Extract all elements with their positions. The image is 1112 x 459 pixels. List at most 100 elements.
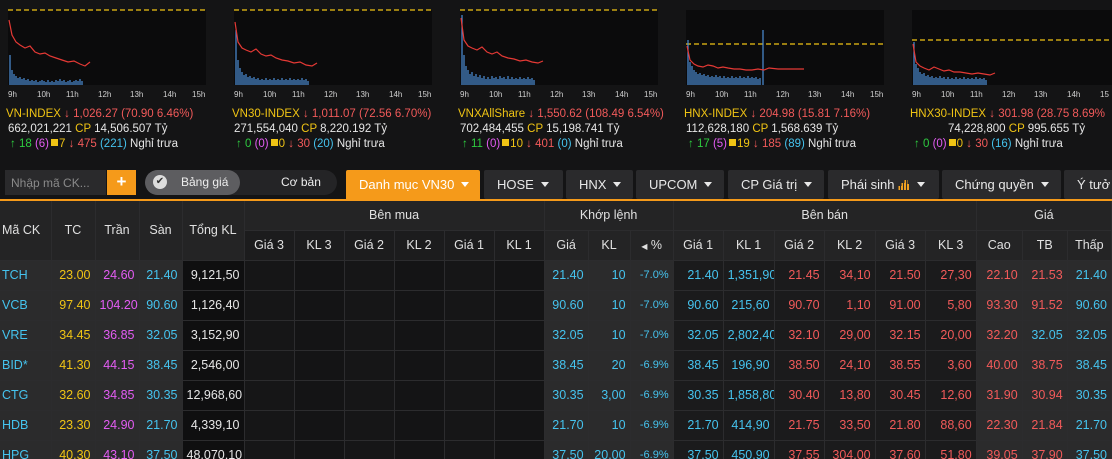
svg-text:14h: 14h <box>163 90 176 99</box>
symbol-cell[interactable]: TCH <box>0 260 52 291</box>
col-khop-kl[interactable]: KL <box>588 230 631 261</box>
group-khop-lenh: Khớp lệnh <box>544 201 674 231</box>
index-panels: 9h 10h 11h 12h 13h 14h 15h VN-INDEX ↓ 1,026.27… <box>0 0 1112 166</box>
floor-price-cell: 21.40 <box>139 260 183 291</box>
high-price-cell: 22.10 <box>976 260 1023 291</box>
table-row[interactable]: BID* 41.30 44.15 38.45 2,546,00 38.45 20 -6.9% 3… <box>0 350 1112 381</box>
bid-price1-cell <box>444 380 495 411</box>
tab-y-tuong[interactable]: Ý tưở <box>1064 170 1112 199</box>
ask-vol3-cell: 51,80 <box>925 440 977 459</box>
bid-vol2-cell <box>394 440 445 459</box>
col-mua-kl1[interactable]: KL 1 <box>494 230 545 261</box>
col-ban-kl1[interactable]: KL 1 <box>723 230 775 261</box>
svg-text:11h: 11h <box>66 90 79 99</box>
bid-vol3-cell <box>294 410 345 441</box>
col-mua-kl3[interactable]: KL 3 <box>294 230 345 261</box>
index-panel-hnx[interactable]: 9h 10h 11h 12h 13h 14h 15h HNX-INDEX ↓ 204.98 … <box>678 0 904 166</box>
symbol-cell[interactable]: HPG <box>0 440 52 459</box>
tab-cp-gia-tri[interactable]: CP Giá trị <box>728 170 824 199</box>
col-ban-gia3[interactable]: Giá 3 <box>875 230 926 261</box>
col-tc[interactable]: TC <box>51 201 96 261</box>
col-tran[interactable]: Trần <box>95 201 140 261</box>
col-thap[interactable]: Thấp <box>1067 230 1112 261</box>
col-mua-gia1[interactable]: Giá 1 <box>444 230 495 261</box>
table-row[interactable]: HPG 40.30 43.10 37.50 48,070,10 37.50 20,00 -6.… <box>0 440 1112 459</box>
high-price-cell: 93.30 <box>976 290 1023 321</box>
svg-text:13h: 13h <box>1034 90 1047 99</box>
tab-vn30-portfolio[interactable]: Danh mục VN30 <box>346 170 480 202</box>
table-row[interactable]: VRE 34.45 36.85 32.05 3,152,90 32.05 10 -7.0% 32… <box>0 320 1112 351</box>
high-price-cell: 31.90 <box>976 380 1023 411</box>
col-tong-kl[interactable]: Tổng KL <box>182 201 245 261</box>
bid-vol2-cell <box>394 380 445 411</box>
match-price-cell: 38.45 <box>544 350 589 381</box>
chevron-down-icon <box>613 182 622 187</box>
symbol-cell[interactable]: VCB <box>0 290 52 321</box>
chevron-down-icon <box>804 182 813 187</box>
col-khop-pct[interactable]: ◀ % <box>630 230 674 261</box>
col-ban-kl3[interactable]: KL 3 <box>925 230 977 261</box>
col-ban-gia1[interactable]: Giá 1 <box>673 230 724 261</box>
ask-price3-cell: 32.15 <box>875 320 926 351</box>
table-row[interactable]: CTG 32.60 34.85 30.35 12,968,60 30.35 3,00 -6.9… <box>0 380 1112 411</box>
bid-price3-cell <box>244 380 295 411</box>
down-arrow-icon: ↓ <box>68 138 75 150</box>
symbol-search-input[interactable] <box>5 170 106 195</box>
low-price-cell: 32.05 <box>1067 320 1112 351</box>
col-khop-gia[interactable]: Giá <box>544 230 589 261</box>
bid-price1-cell <box>444 260 495 291</box>
table-row[interactable]: HDB 23.30 24.90 21.70 4,339,10 21.70 10 -6.9% 21… <box>0 410 1112 441</box>
table-row[interactable]: TCH 23.00 24.60 21.40 9,121,50 21.40 10 -7.0% 21… <box>0 260 1112 291</box>
table-row[interactable]: VCB 97.40 104.20 90.60 1,126,40 90.60 10 -7.0% 9… <box>0 290 1112 321</box>
toggle-price-board[interactable]: ✔ Bảng giá <box>145 170 240 195</box>
bid-price3-cell <box>244 440 295 459</box>
ceiling-price-cell: 24.90 <box>95 410 140 441</box>
match-price-cell: 21.40 <box>544 260 589 291</box>
floor-price-cell: 30.35 <box>139 380 183 411</box>
col-ma-ck[interactable]: Mã CK <box>0 201 52 261</box>
high-price-cell: 22.30 <box>976 410 1023 441</box>
symbol-cell[interactable]: BID* <box>0 350 52 381</box>
svg-text:14h: 14h <box>1067 90 1080 99</box>
symbol-cell[interactable]: VRE <box>0 320 52 351</box>
tab-upcom[interactable]: UPCOM <box>636 170 724 199</box>
tab-hose[interactable]: HOSE <box>484 170 563 199</box>
low-price-cell: 21.40 <box>1067 260 1112 291</box>
symbol-cell[interactable]: CTG <box>0 380 52 411</box>
match-pct-cell: -6.9% <box>630 440 674 459</box>
ask-vol3-cell: 12,60 <box>925 380 977 411</box>
tab-phai-sinh[interactable]: Phái sinh <box>828 170 939 199</box>
bid-price1-cell <box>444 410 495 441</box>
bid-vol2-cell <box>394 260 445 291</box>
ref-square-icon <box>270 139 278 146</box>
down-arrow-icon: ↓ <box>750 108 757 120</box>
svg-text:10h: 10h <box>37 90 50 99</box>
ask-vol2-cell: 33,50 <box>824 410 876 441</box>
col-tb[interactable]: TB <box>1022 230 1068 261</box>
index-panel-vnindex[interactable]: 9h 10h 11h 12h 13h 14h 15h VN-INDEX ↓ 1,026.27… <box>0 0 226 166</box>
toggle-basic[interactable]: Cơ bản <box>281 170 321 195</box>
svg-text:10h: 10h <box>941 90 954 99</box>
col-ban-kl2[interactable]: KL 2 <box>824 230 876 261</box>
bid-price2-cell <box>344 440 395 459</box>
col-ban-gia2[interactable]: Giá 2 <box>774 230 825 261</box>
col-san[interactable]: Sàn <box>139 201 183 261</box>
index-panel-hnx30[interactable]: 9h 10h 11h 12h 13h 14h 15 HNX30-INDEX ↓ 301.98… <box>904 0 1112 166</box>
col-mua-gia3[interactable]: Giá 3 <box>244 230 295 261</box>
ceiling-price-cell: 44.15 <box>95 350 140 381</box>
view-toggle[interactable]: ✔ Bảng giá Cơ bản <box>145 170 337 195</box>
svg-text:10h: 10h <box>489 90 502 99</box>
tab-hnx[interactable]: HNX <box>566 170 633 199</box>
index-panel-vn30[interactable]: 9h 10h 11h 12h 13h 14h 15h VN30-INDEX ↓ 1,011.… <box>226 0 452 166</box>
symbol-cell[interactable]: HDB <box>0 410 52 441</box>
chevron-down-icon <box>461 182 470 187</box>
svg-text:14h: 14h <box>841 90 854 99</box>
index-panel-vnxallshare[interactable]: 9h 10h 11h 12h 13h 14h 15h VNXAllShare ↓ 1,550… <box>452 0 678 166</box>
add-symbol-button[interactable]: + <box>107 170 136 195</box>
col-mua-gia2[interactable]: Giá 2 <box>344 230 395 261</box>
bid-price2-cell <box>344 320 395 351</box>
col-mua-kl2[interactable]: KL 2 <box>394 230 445 261</box>
col-cao[interactable]: Cao <box>976 230 1023 261</box>
tab-chung-quyen[interactable]: Chứng quyền <box>942 170 1061 199</box>
svg-text:12h: 12h <box>550 90 563 99</box>
